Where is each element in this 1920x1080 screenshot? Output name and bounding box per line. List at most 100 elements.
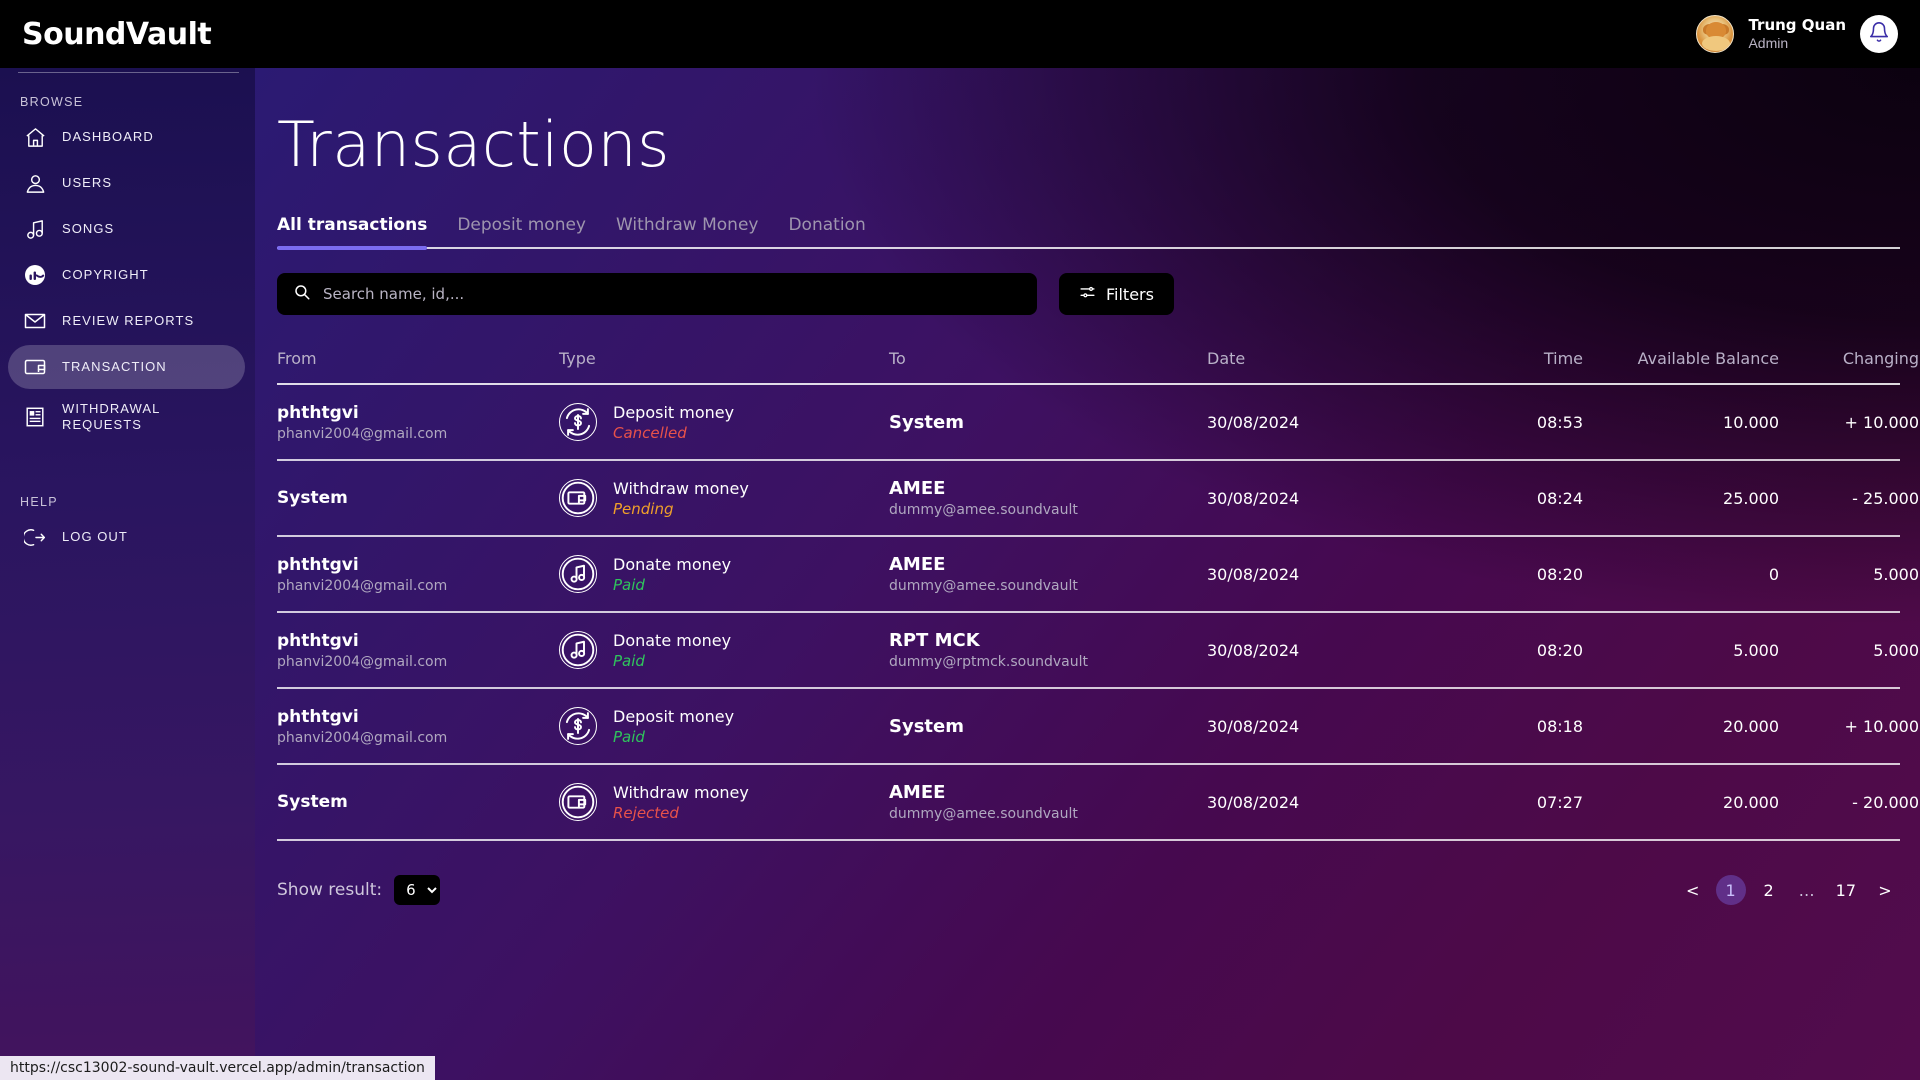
logout-icon <box>22 524 48 550</box>
filters-button[interactable]: Filters <box>1059 273 1174 315</box>
pagination-ellipsis: … <box>1798 880 1815 900</box>
to-email: dummy@amee.soundvault <box>889 502 1078 518</box>
cell-time: 08:53 <box>1536 412 1583 432</box>
tab-bar: All transactions Deposit money Withdraw … <box>277 215 1920 250</box>
pagination-page-2[interactable]: 2 <box>1754 875 1784 905</box>
sidebar-item-label: DASHBOARD <box>62 128 154 144</box>
tab-withdraw-money[interactable]: Withdraw Money <box>616 215 758 247</box>
from-email: phanvi2004@gmail.com <box>277 425 448 442</box>
pagination-next[interactable]: > <box>1870 875 1900 905</box>
filter-sliders-icon <box>1079 284 1096 305</box>
status-badge: Pending <box>613 499 674 518</box>
notification-button[interactable] <box>1860 15 1898 53</box>
cell-changing: - 25.000 <box>1852 488 1919 508</box>
cell-from: System <box>277 792 559 812</box>
app-logo[interactable]: SoundVault <box>22 17 212 52</box>
pagination: < 1 2 … 17 > <box>1678 875 1900 905</box>
wallet-icon <box>22 354 48 380</box>
withdraw-money-icon <box>559 479 597 517</box>
cell-time: 08:20 <box>1536 564 1583 584</box>
cell-date: 30/08/2024 <box>1207 564 1300 584</box>
search-input[interactable] <box>323 285 1021 303</box>
sidebar-item-transaction[interactable]: TRANSACTION <box>8 345 245 389</box>
pagination-prev[interactable]: < <box>1678 875 1708 905</box>
sidebar-item-label: SONGS <box>62 220 115 236</box>
music-note-icon <box>22 216 48 242</box>
deposit-money-icon <box>559 403 597 441</box>
bell-icon <box>1868 21 1890 48</box>
cell-type: Withdraw money Rejected <box>559 783 889 822</box>
cell-time: 08:24 <box>1536 488 1583 508</box>
copyright-icon <box>22 262 48 288</box>
type-label: Donate money <box>613 630 732 650</box>
document-icon <box>22 404 48 430</box>
search-box[interactable] <box>277 273 1037 315</box>
sidebar-item-dashboard[interactable]: DASHBOARD <box>8 115 245 159</box>
pagination-page-1[interactable]: 1 <box>1715 875 1746 905</box>
pagination-page-17[interactable]: 17 <box>1830 875 1862 905</box>
to-name: AMEE <box>889 478 946 499</box>
tab-underline-rule <box>277 247 1900 249</box>
transactions-table: From Type To Date Time Available Balance… <box>277 343 1919 841</box>
to-name: System <box>889 715 964 737</box>
sidebar-item-label: USERS <box>62 174 113 190</box>
tab-deposit-money[interactable]: Deposit money <box>457 215 586 247</box>
status-badge: Paid <box>613 651 645 670</box>
sidebar-item-review-reports[interactable]: REVIEW REPORTS <box>8 299 245 343</box>
app-root: SoundVault Trung Quan Admin BROWSE DASHB… <box>0 0 1920 1080</box>
cell-type: Deposit money Paid <box>559 707 889 746</box>
table-row[interactable]: System Withdraw money Rejected AMEE dummy@am… <box>277 765 1919 839</box>
user-icon <box>22 170 48 196</box>
sidebar-item-users[interactable]: USERS <box>8 161 245 205</box>
user-role: Admin <box>1748 34 1789 51</box>
user-meta[interactable]: Trung Quan Admin <box>1748 17 1846 51</box>
cell-changing: - 20.000 <box>1852 792 1919 812</box>
deposit-money-icon <box>559 707 597 745</box>
to-name: System <box>889 411 964 433</box>
cell-available-balance: 10.000 <box>1723 412 1779 432</box>
sidebar-item-copyright[interactable]: COPYRIGHT <box>8 253 245 297</box>
cell-to: System <box>889 716 1207 737</box>
to-name: AMEE <box>889 782 946 803</box>
cell-to: RPT MCK dummy@rptmck.soundvault <box>889 630 1207 670</box>
show-result-group: Show result: 6 <box>277 875 441 905</box>
table-row[interactable]: System Withdraw money Pending AMEE dummy@ame… <box>277 461 1919 535</box>
from-name: phthtgvi <box>277 402 359 423</box>
from-email: phanvi2004@gmail.com <box>277 653 448 670</box>
type-label: Deposit money <box>613 402 735 422</box>
avatar[interactable] <box>1696 15 1735 53</box>
show-result-select[interactable]: 6 <box>394 875 441 905</box>
sidebar-item-withdrawal-requests[interactable]: WITHDRAWAL REQUESTS <box>8 391 245 443</box>
from-name: phthtgvi <box>277 630 359 651</box>
sidebar-item-label: REVIEW REPORTS <box>62 312 195 328</box>
type-label: Deposit money <box>613 706 735 726</box>
cell-date: 30/08/2024 <box>1207 640 1300 660</box>
withdraw-money-icon <box>559 783 597 821</box>
cell-available-balance: 25.000 <box>1723 488 1779 508</box>
column-header-from: From <box>277 348 317 368</box>
cell-time: 08:20 <box>1536 640 1583 660</box>
sidebar-item-songs[interactable]: SONGS <box>8 207 245 251</box>
cell-from: phthtgvi phanvi2004@gmail.com <box>277 631 559 670</box>
table-row[interactable]: phthtgvi phanvi2004@gmail.com Deposit mone… <box>277 689 1919 763</box>
sidebar-item-label: WITHDRAWAL REQUESTS <box>62 400 161 432</box>
top-bar: SoundVault Trung Quan Admin <box>0 0 1920 68</box>
cell-from: phthtgvi phanvi2004@gmail.com <box>277 555 559 594</box>
tab-all-transactions[interactable]: All transactions <box>277 215 428 250</box>
cell-to: AMEE dummy@amee.soundvault <box>889 478 1207 518</box>
table-row[interactable]: phthtgvi phanvi2004@gmail.com Donate money… <box>277 537 1919 611</box>
sidebar: BROWSE DASHBOARD USERS SONGS COPYRIGHT R… <box>0 68 255 1080</box>
envelope-icon <box>22 308 48 334</box>
column-header-to: To <box>889 348 906 368</box>
table-row[interactable]: phthtgvi phanvi2004@gmail.com Deposit mone… <box>277 385 1919 459</box>
cell-type: Deposit money Cancelled <box>559 403 889 442</box>
sidebar-item-log-out[interactable]: LOG OUT <box>8 515 245 559</box>
cell-type: Withdraw money Pending <box>559 479 889 518</box>
cell-changing: + 10.000 <box>1844 716 1919 736</box>
table-row[interactable]: phthtgvi phanvi2004@gmail.com Donate money… <box>277 613 1919 687</box>
page-title: Transactions <box>277 108 670 181</box>
tab-donation[interactable]: Donation <box>788 215 865 247</box>
to-email: dummy@amee.soundvault <box>889 806 1078 822</box>
cell-from: phthtgvi phanvi2004@gmail.com <box>277 403 559 442</box>
cell-changing: 5.000 <box>1873 640 1919 660</box>
